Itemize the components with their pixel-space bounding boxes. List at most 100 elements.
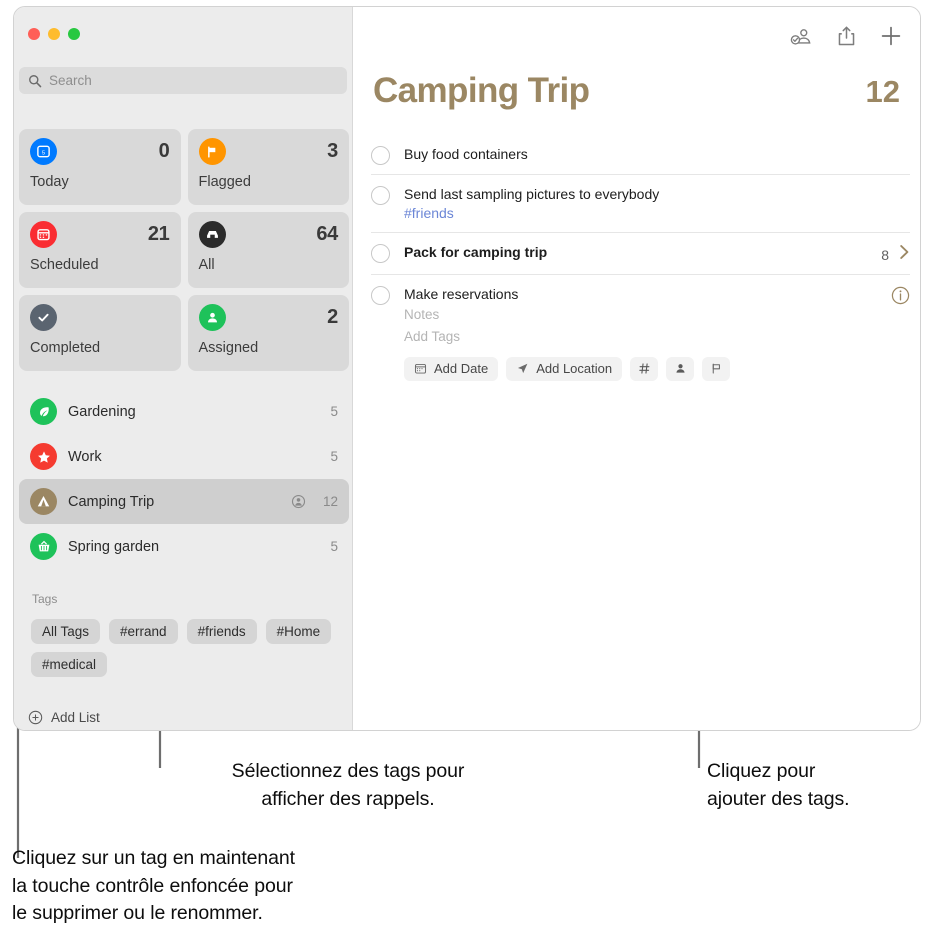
tags-section-header: Tags (32, 592, 58, 606)
reminder-subtask-count: 8 (881, 246, 889, 263)
info-icon (891, 287, 910, 305)
list-title-row: Camping Trip 12 (373, 71, 900, 111)
sidebar-list-spring-garden[interactable]: Spring garden 5 (19, 524, 349, 569)
smart-list-today[interactable]: 5 0 Today (19, 129, 181, 205)
smart-list-scheduled[interactable]: 21 Scheduled (19, 212, 181, 288)
user-lists: Gardening 5 Work 5 Camping Trip 12 Sprin… (19, 389, 349, 569)
tag-pill-all-tags[interactable]: All Tags (31, 619, 101, 644)
share-icon[interactable] (837, 25, 856, 47)
smart-list-label: Flagged (198, 174, 251, 190)
add-list-label: Add List (51, 710, 100, 725)
flag-icon (198, 138, 226, 165)
calendar-icon (30, 221, 57, 248)
sidebar-list-camping-trip[interactable]: Camping Trip 12 (19, 479, 349, 524)
flag-outline-icon (712, 363, 720, 374)
smart-list-label: Scheduled (30, 257, 99, 273)
chevron-right-icon[interactable] (899, 244, 910, 265)
star-icon (30, 443, 57, 470)
basket-icon (30, 533, 57, 560)
reminder-row[interactable]: Pack for camping trip 8 (371, 233, 910, 276)
search-field[interactable]: Search (19, 67, 347, 94)
search-placeholder: Search (49, 73, 92, 88)
svg-text:5: 5 (42, 151, 45, 157)
sidebar-list-count: 5 (330, 539, 338, 554)
reminder-row[interactable]: Buy food containers (371, 135, 910, 175)
screenshot-root: Search 5 0 Today 3 Flagged 21 Scheduled … (0, 0, 934, 947)
reminder-checkbox[interactable] (371, 244, 390, 264)
smart-list-grid: 5 0 Today 3 Flagged 21 Scheduled 64 All … (19, 129, 349, 371)
reminders-window: Search 5 0 Today 3 Flagged 21 Scheduled … (13, 6, 921, 731)
add-date-button[interactable]: Add Date (404, 356, 499, 381)
reminder-tag[interactable]: #friends (404, 204, 910, 224)
window-controls[interactable] (28, 28, 80, 40)
add-date-label: Add Date (434, 361, 489, 377)
smart-list-count: 21 (147, 223, 170, 245)
smart-list-label: Today (30, 174, 69, 190)
add-tags-button[interactable] (630, 356, 659, 381)
minimize-button[interactable] (48, 28, 60, 40)
calendar-icon (414, 364, 427, 374)
smart-list-all[interactable]: 64 All (187, 212, 349, 288)
reminder-info-button[interactable] (891, 285, 910, 305)
reminder-notes-placeholder[interactable]: Notes (404, 304, 877, 326)
tag-pill-friends[interactable]: #friends (186, 619, 257, 644)
smart-list-count: 2 (327, 306, 338, 328)
inbox-icon (198, 221, 226, 248)
reminder-row[interactable]: Send last sampling pictures to everybody… (371, 175, 910, 234)
assign-person-button[interactable] (666, 356, 695, 381)
sidebar-list-label: Gardening (68, 403, 136, 420)
smart-list-count: 3 (327, 140, 338, 162)
content-pane: Camping Trip 12 Buy food containers Send… (353, 7, 920, 730)
reminder-title: Send last sampling pictures to everybody (404, 186, 660, 202)
annotation-tags-context-menu: Cliquez sur un tag en maintenant la touc… (12, 847, 295, 925)
shared-person-icon (291, 494, 306, 509)
person-checkmark-icon[interactable] (789, 26, 813, 47)
smart-list-completed[interactable]: Completed (19, 295, 181, 371)
reminder-title[interactable]: Make reservations (404, 285, 877, 304)
reminders-list: Buy food containers Send last sampling p… (371, 135, 910, 390)
smart-list-label: All (198, 257, 215, 273)
smart-list-flagged[interactable]: 3 Flagged (187, 129, 349, 205)
tag-pill-home[interactable]: #Home (265, 619, 332, 644)
tag-pill-list: All Tags #errand #friends #Home #medical (31, 619, 341, 677)
reminder-checkbox[interactable] (371, 186, 390, 205)
person-icon (676, 364, 685, 373)
reminder-detail-chips: Add Date Add Location (404, 356, 877, 381)
reminder-title: Buy food containers (404, 146, 528, 162)
sidebar-list-label: Camping Trip (68, 493, 155, 510)
reminder-checkbox[interactable] (371, 146, 390, 165)
sidebar-list-count: 12 (322, 494, 338, 509)
sidebar-list-gardening[interactable]: Gardening 5 (19, 389, 349, 434)
tag-pill-medical[interactable]: #medical (31, 652, 108, 677)
flag-button[interactable] (702, 356, 731, 381)
reminder-checkbox[interactable] (371, 286, 390, 306)
content-toolbar (789, 25, 902, 47)
annotation-add-tags: Cliquez pour ajouter des tags. (707, 760, 850, 810)
smart-list-label: Completed (30, 340, 101, 356)
add-location-label: Add Location (536, 361, 613, 377)
add-list-button[interactable]: Add List (28, 710, 100, 725)
sidebar: Search 5 0 Today 3 Flagged 21 Scheduled … (14, 7, 353, 730)
reminder-title: Pack for camping trip (404, 244, 548, 261)
sidebar-list-work[interactable]: Work 5 (19, 434, 349, 479)
calendar-day-icon: 5 (30, 138, 57, 165)
plus-icon[interactable] (880, 25, 902, 47)
reminder-row-expanded[interactable]: Make reservations Notes Add Tags Add Dat (371, 275, 910, 389)
reminder-tags-placeholder[interactable]: Add Tags (404, 326, 877, 348)
plus-circle-icon (28, 710, 43, 725)
checkmark-icon (30, 304, 57, 331)
hash-icon (638, 363, 650, 374)
close-button[interactable] (28, 28, 40, 40)
search-icon (29, 74, 42, 87)
add-location-button[interactable]: Add Location (506, 356, 623, 381)
zoom-button[interactable] (68, 28, 80, 40)
person-icon (198, 304, 226, 331)
sidebar-list-count: 5 (330, 404, 338, 419)
smart-list-assigned[interactable]: 2 Assigned (187, 295, 349, 371)
sidebar-list-label: Work (68, 448, 102, 465)
leaf-icon (30, 398, 57, 425)
tent-icon (30, 488, 57, 515)
tag-pill-errand[interactable]: #errand (109, 619, 178, 644)
smart-list-count: 64 (316, 223, 338, 245)
sidebar-list-count: 5 (330, 449, 338, 464)
